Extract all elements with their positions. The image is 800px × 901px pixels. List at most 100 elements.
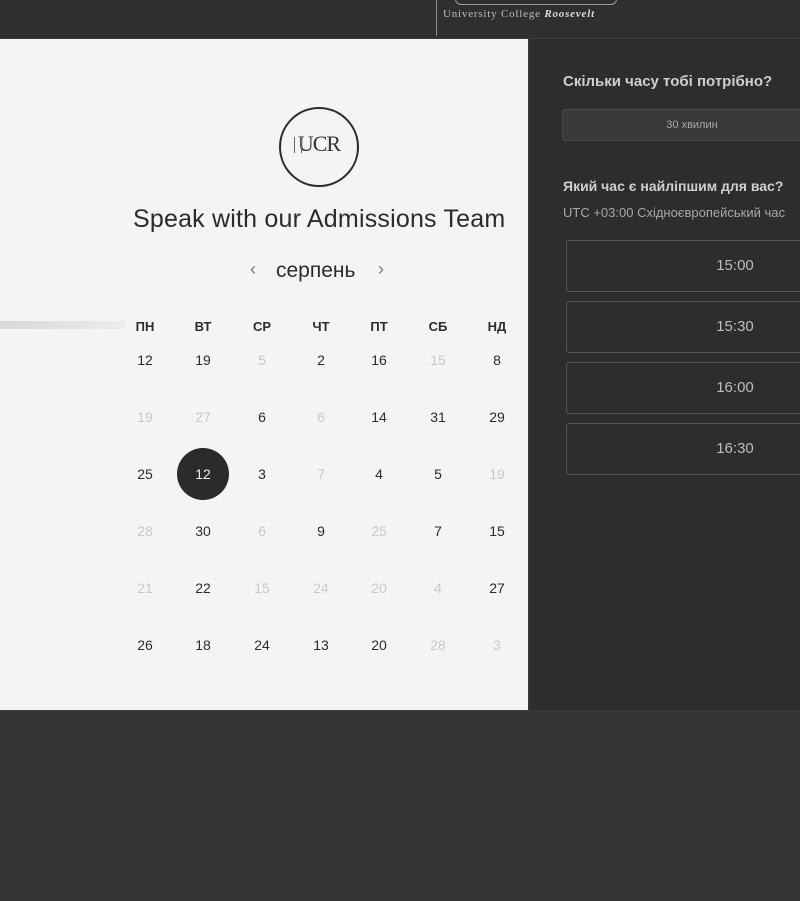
calendar-day-number: 19 <box>195 352 211 368</box>
page-footer-area <box>0 710 800 901</box>
calendar-day[interactable]: 5 <box>409 458 467 490</box>
calendar-day[interactable]: 15 <box>468 515 526 547</box>
weekday-label: СР <box>252 319 272 334</box>
calendar-day-number: 24 <box>254 637 270 653</box>
calendar-day: 24 <box>292 572 350 604</box>
calendar-day-selected[interactable]: 12 <box>174 448 232 500</box>
calendar-day-number: 20 <box>371 637 387 653</box>
calendar-day[interactable]: 6 <box>233 401 291 433</box>
calendar-day[interactable]: 19 <box>174 344 232 376</box>
page-title: Speak with our Admissions Team <box>133 205 506 233</box>
calendar-day[interactable]: 26 <box>116 629 174 661</box>
calendar-day: 27 <box>174 401 232 433</box>
calendar-day-number: 12 <box>137 352 153 368</box>
calendar-day-number: 4 <box>375 466 383 482</box>
calendar-day-number: 20 <box>371 580 387 596</box>
calendar-day[interactable]: 27 <box>468 572 526 604</box>
logo-text: UCR <box>297 131 341 156</box>
weekday-label: ПН <box>135 319 155 334</box>
calendar-day: 28 <box>409 629 467 661</box>
calendar-day-number: 6 <box>258 409 266 425</box>
brand-tagline-main: University College <box>443 8 545 20</box>
calendar-day-number: 28 <box>137 523 153 539</box>
calendar-day[interactable]: 31 <box>409 401 467 433</box>
calendar-day-number: 19 <box>137 409 153 425</box>
calendar-day-number: 26 <box>137 637 153 653</box>
ucr-logo: UCR <box>279 107 359 187</box>
timezone-label[interactable]: UTC +03:00 Східноєвропейський час <box>563 205 785 220</box>
calendar-day-number: 24 <box>313 580 329 596</box>
weekday-header: ПН ВТ СР ЧТ ПТ СБ НД <box>116 319 526 339</box>
calendar-day-number: 8 <box>493 352 501 368</box>
calendar-day-number: 19 <box>489 466 505 482</box>
calendar-day[interactable]: 25 <box>116 458 174 490</box>
calendar-day[interactable]: 2 <box>292 344 350 376</box>
calendar-day[interactable]: 7 <box>409 515 467 547</box>
calendar-day-number: 31 <box>430 409 446 425</box>
calendar-day-number: 30 <box>195 523 211 539</box>
brand-tagline-italic: Roosevelt <box>544 8 595 20</box>
time-slot-button[interactable]: 16:30 <box>566 423 800 475</box>
time-slot-label: 16:30 <box>716 440 754 457</box>
calendar-day-number: 27 <box>195 409 211 425</box>
calendar-day: 25 <box>350 515 408 547</box>
calendar-day: 6 <box>292 401 350 433</box>
calendar-day[interactable]: 3 <box>233 458 291 490</box>
calendar-day: 19 <box>468 458 526 490</box>
time-slot-button[interactable]: 15:30 <box>566 301 800 353</box>
calendar-day: 15 <box>233 572 291 604</box>
calendar-day[interactable]: 16 <box>350 344 408 376</box>
time-slot-button[interactable]: 15:00 <box>566 240 800 292</box>
month-navigation: ‹ серпень › <box>250 257 395 285</box>
calendar-day-number: 22 <box>195 580 211 596</box>
brand-logo[interactable]: University College Roosevelt <box>436 0 643 36</box>
calendar-day: 6 <box>233 515 291 547</box>
time-slot-button[interactable]: 16:00 <box>566 362 800 414</box>
month-label: серпень <box>276 259 356 282</box>
calendar-day-number: 15 <box>430 352 446 368</box>
calendar-day[interactable]: 8 <box>468 344 526 376</box>
weekday-label: ПТ <box>370 319 388 334</box>
weekday-label: ЧТ <box>312 319 330 334</box>
calendar-day-number: 14 <box>371 409 387 425</box>
calendar-day-number: 5 <box>434 466 442 482</box>
next-month-button[interactable]: › <box>378 259 384 279</box>
calendar-day-number: 4 <box>434 580 442 596</box>
calendar-day-number: 9 <box>317 523 325 539</box>
calendar-day: 20 <box>350 572 408 604</box>
calendar-day: 7 <box>292 458 350 490</box>
calendar-day-number: 29 <box>489 409 505 425</box>
calendar-day[interactable]: 12 <box>116 344 174 376</box>
duration-question: Скільки часу тобі потрібно? <box>563 73 773 90</box>
calendar-day[interactable]: 24 <box>233 629 291 661</box>
time-slot-label: 15:00 <box>716 257 754 274</box>
calendar-day[interactable]: 18 <box>174 629 232 661</box>
calendar-day[interactable]: 13 <box>292 629 350 661</box>
calendar-day-number: 21 <box>137 580 153 596</box>
calendar-day: 28 <box>116 515 174 547</box>
calendar-day-number: 2 <box>317 352 325 368</box>
weekday-label: ВТ <box>194 319 212 334</box>
calendar-day-number: 13 <box>313 637 329 653</box>
calendar-day-number: 15 <box>489 523 505 539</box>
calendar-day: 4 <box>409 572 467 604</box>
calendar-day[interactable]: 20 <box>350 629 408 661</box>
decorative-divider <box>0 321 125 329</box>
calendar-day[interactable]: 9 <box>292 515 350 547</box>
calendar-day[interactable]: 22 <box>174 572 232 604</box>
weekday-label: СБ <box>428 319 448 334</box>
calendar-day-number: 15 <box>254 580 270 596</box>
calendar-day[interactable]: 14 <box>350 401 408 433</box>
calendar-day-number: 28 <box>430 637 446 653</box>
calendar-day-number: 3 <box>493 637 501 653</box>
calendar-day-number: 6 <box>258 523 266 539</box>
calendar-day[interactable]: 30 <box>174 515 232 547</box>
prev-month-button[interactable]: ‹ <box>250 259 256 279</box>
calendar-day-number: 5 <box>258 352 266 368</box>
time-slot-label: 15:30 <box>716 318 754 335</box>
calendar-day[interactable]: 29 <box>468 401 526 433</box>
calendar-day: 21 <box>116 572 174 604</box>
calendar-day-number: 25 <box>371 523 387 539</box>
duration-select-button[interactable]: 30 хвилин <box>562 109 800 141</box>
calendar-day[interactable]: 4 <box>350 458 408 490</box>
